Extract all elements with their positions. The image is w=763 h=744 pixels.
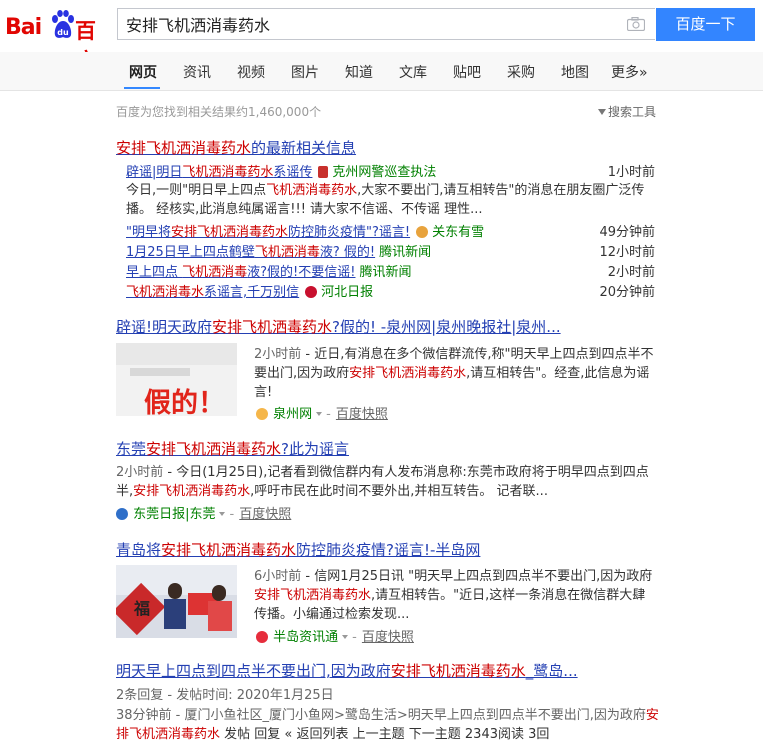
result-3-source[interactable]: 东莞日报|东莞 bbox=[133, 507, 215, 522]
filter-icon bbox=[597, 109, 606, 115]
tab-images[interactable]: 图片 bbox=[291, 62, 319, 82]
result-4-source-row: 半岛资讯通 - 百度快照 bbox=[256, 626, 414, 645]
result-2-cache-link[interactable]: 百度快照 bbox=[336, 407, 388, 422]
result-4-title[interactable]: 青岛将安排飞机洒消毒药水防控肺炎疫情?谣言!-半岛网 bbox=[116, 539, 480, 560]
tab-news[interactable]: 资讯 bbox=[183, 62, 211, 82]
news-link-4[interactable]: 早上四点 飞机洒消毒液?假的!不要信谣! bbox=[126, 265, 355, 280]
news-item-5: 飞机洒消毒水系谣言,千万别信 河北日报 20分钟前 bbox=[126, 281, 655, 300]
source-avatar-icon bbox=[416, 226, 429, 238]
result-2-source-row: 泉州网 - 百度快照 bbox=[256, 403, 388, 422]
news-link-1[interactable]: 辟谣|明日飞机洒消毒药水系谣传 bbox=[126, 165, 312, 180]
hebei-daily-icon bbox=[305, 286, 318, 298]
tab-more[interactable]: 更多» bbox=[611, 62, 648, 82]
news-source-1: 克州网警巡查执法 bbox=[332, 165, 437, 180]
tab-wenku[interactable]: 文库 bbox=[399, 62, 427, 82]
news-snippet: 今日,一则"明日早上四点飞机洒消毒药水,大家不要出门,请互相转告"的消息在朋友圈… bbox=[126, 183, 645, 217]
news-item-2: "明早将安排飞机洒消毒药水防控肺炎疫情"?谣言! 关东有雪 49分钟前 bbox=[126, 221, 655, 240]
search-box bbox=[117, 8, 655, 40]
thumbnail-caption: 假的！ bbox=[144, 388, 225, 416]
news-item-4: 早上四点 飞机洒消毒液?假的!不要信谣! 腾讯新闻 2小时前 bbox=[126, 261, 655, 280]
news-item-1: 辟谣|明日飞机洒消毒药水系谣传 克州网警巡查执法 1小时前 bbox=[126, 161, 655, 180]
news-item-3: 1月25日早上四点鹤壁飞机洒消毒液? 假的! 腾讯新闻 12小时前 bbox=[126, 241, 655, 260]
dropdown-icon[interactable] bbox=[342, 635, 349, 639]
police-badge-icon bbox=[318, 166, 329, 178]
title-text: 的最新相关信息 bbox=[251, 139, 357, 157]
news-link-2[interactable]: "明早将安排飞机洒消毒药水防控肺炎疫情"?谣言! bbox=[126, 225, 410, 240]
news-source-3: 腾讯新闻 bbox=[379, 245, 432, 260]
result-2-snippet: 2小时前 - 近日,有消息在多个微信群流传,称"明天早上四点到四点半不 要出门,因… bbox=[254, 347, 654, 400]
result-4-source[interactable]: 半岛资讯通 bbox=[273, 630, 338, 645]
result-5-snippet: 38分钟前 - 厦门小鱼社区_厦门小鱼网>鹭岛生活>明天早上四点到四点半不要出门… bbox=[116, 708, 659, 742]
result-4-thumbnail[interactable]: 福 bbox=[116, 565, 237, 638]
result-4-cache-link[interactable]: 百度快照 bbox=[362, 630, 414, 645]
news-time-1: 1小时前 bbox=[607, 165, 655, 180]
search-input[interactable] bbox=[126, 9, 616, 39]
news-time-4: 2小时前 bbox=[607, 265, 655, 280]
news-time-2: 49分钟前 bbox=[599, 225, 655, 240]
result-2-source[interactable]: 泉州网 bbox=[273, 407, 312, 422]
search-tools-label: 搜索工具 bbox=[607, 105, 656, 119]
paw-icon: du bbox=[52, 10, 74, 38]
bandao-icon bbox=[256, 631, 268, 643]
tab-video[interactable]: 视频 bbox=[237, 62, 265, 82]
dropdown-icon[interactable] bbox=[316, 412, 323, 416]
result-1-title[interactable]: 安排飞机洒消毒药水的最新相关信息 bbox=[116, 137, 356, 158]
news-source-5: 河北日报 bbox=[321, 285, 374, 300]
result-3-source-row: 东莞日报|东莞 - 百度快照 bbox=[116, 503, 291, 522]
result-3-snippet: 2小时前 - 今日(1月25日),记者看到微信群内有人发布消息称:东莞市政府将于… bbox=[116, 465, 649, 499]
result-meta: 百度为您找到相关结果约1,460,000个 搜索工具 bbox=[116, 103, 656, 120]
news-source-2: 关东有雪 bbox=[432, 225, 485, 240]
result-5-meta: 2条回复 - 发帖时间: 2020年1月25日 bbox=[116, 688, 334, 703]
baidu-logo[interactable]: Bai du 百度 bbox=[5, 6, 110, 73]
result-3-cache-link[interactable]: 百度快照 bbox=[239, 507, 291, 522]
dropdown-icon[interactable] bbox=[219, 512, 226, 516]
news-source-4: 腾讯新闻 bbox=[359, 265, 412, 280]
active-tab-indicator bbox=[124, 87, 160, 89]
search-tools-button[interactable]: 搜索工具 bbox=[597, 103, 656, 120]
search-button[interactable]: 百度一下 bbox=[656, 8, 755, 41]
tab-map[interactable]: 地图 bbox=[561, 62, 589, 82]
title-highlight: 安排飞机洒消毒药水 bbox=[116, 139, 252, 157]
result-5-title[interactable]: 明天早上四点到四点半不要出门,因为政府安排飞机洒消毒药水_鹭岛... bbox=[116, 660, 578, 681]
tab-web[interactable]: 网页 bbox=[129, 62, 157, 82]
news-link-3[interactable]: 1月25日早上四点鹤壁飞机洒消毒液? 假的! bbox=[126, 245, 375, 260]
tab-zhidao[interactable]: 知道 bbox=[345, 62, 373, 82]
news-time-3: 12小时前 bbox=[599, 245, 655, 260]
news-time-5: 20分钟前 bbox=[599, 285, 655, 300]
nav-tabs: 网页 资讯 视频 图片 知道 文库 贴吧 采购 地图 更多» bbox=[0, 52, 763, 91]
news-link-5[interactable]: 飞机洒消毒水系谣言,千万别信 bbox=[126, 285, 299, 300]
quanzhou-icon bbox=[256, 408, 268, 420]
result-3-title[interactable]: 东莞安排飞机洒消毒药水?此为谣言 bbox=[116, 438, 349, 459]
result-2-thumbnail[interactable]: 假的！ bbox=[116, 343, 237, 416]
tab-tieba[interactable]: 贴吧 bbox=[453, 62, 481, 82]
result-count: 百度为您找到相关结果约1,460,000个 bbox=[116, 105, 322, 119]
result-2-title[interactable]: 辟谣!明天政府安排飞机洒毒药水?假的! -泉州网|泉州晚报社|泉州... bbox=[116, 316, 561, 337]
result-4-snippet: 6小时前 - 信网1月25日讯 "明天早上四点到四点半不要出门,因为政府 安排飞机… bbox=[254, 569, 653, 622]
dongguan-daily-icon bbox=[116, 508, 128, 520]
svg-text:du: du bbox=[57, 28, 69, 37]
camera-icon[interactable] bbox=[627, 17, 645, 31]
logo-text-latin: Bai bbox=[5, 15, 42, 40]
tab-purchase[interactable]: 采购 bbox=[507, 62, 535, 82]
